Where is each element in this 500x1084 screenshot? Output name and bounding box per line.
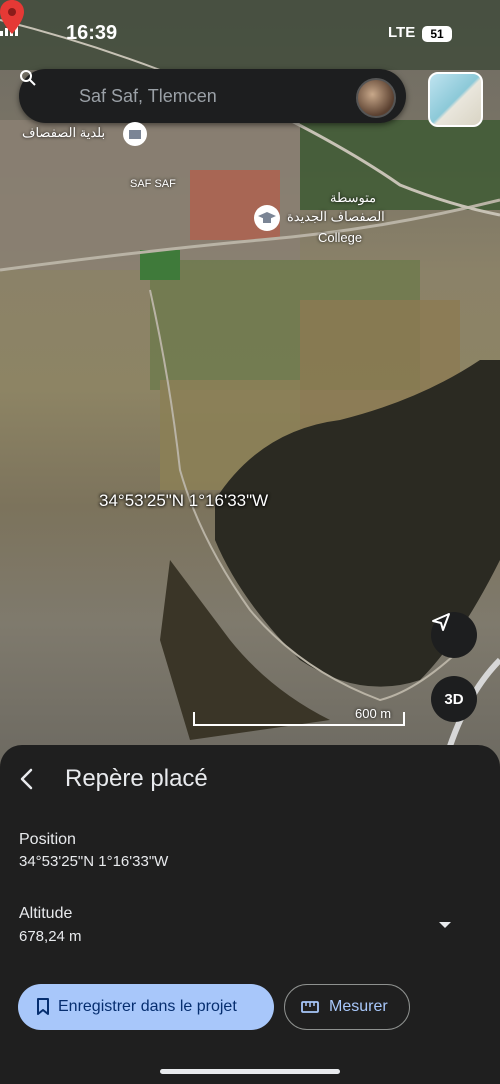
search-input[interactable]: Saf Saf, Tlemcen bbox=[79, 86, 217, 107]
town-hall-icon[interactable] bbox=[122, 121, 148, 147]
map-layers-button[interactable] bbox=[428, 72, 483, 127]
altitude-value: 678,24 m bbox=[19, 928, 82, 945]
network-type: LTE bbox=[388, 24, 416, 41]
satellite-map[interactable]: 16:39 LTE 51 Saf Saf, Tlemcen بلدية الصف… bbox=[0, 0, 500, 780]
poi-label-town-hall: بلدية الصفصاف bbox=[22, 125, 106, 140]
home-indicator[interactable] bbox=[160, 1069, 340, 1074]
scale-label: 600 m bbox=[355, 706, 392, 721]
save-button-label: Enregistrer dans le projet bbox=[58, 998, 237, 1015]
clock: 16:39 bbox=[66, 22, 118, 44]
3d-view-button[interactable]: 3D bbox=[431, 676, 477, 722]
navigation-arrow-icon bbox=[432, 613, 450, 631]
position-label: Position bbox=[19, 831, 76, 848]
battery-icon: 51 bbox=[422, 26, 452, 42]
back-arrow-icon[interactable] bbox=[14, 765, 42, 793]
altitude-label: Altitude bbox=[19, 905, 73, 922]
sheet-title: Repère placé bbox=[65, 765, 208, 792]
school-icon[interactable] bbox=[253, 204, 281, 232]
search-icon bbox=[20, 70, 36, 86]
poi-label-college: College bbox=[318, 230, 363, 245]
poi-label-school-ar1: متوسطة bbox=[330, 190, 377, 205]
avatar[interactable] bbox=[356, 78, 396, 118]
location-pin-icon[interactable] bbox=[0, 0, 24, 34]
bookmark-icon bbox=[37, 998, 49, 1015]
3d-label: 3D bbox=[444, 690, 464, 708]
placemark-sheet: Repère placé Position 34°53'25"N 1°16'33… bbox=[0, 745, 500, 1084]
poi-label-school-ar2: الصفصاف الجديدة bbox=[287, 209, 385, 224]
pin-coordinates-label: 34°53'25"N 1°16'33"W bbox=[99, 491, 269, 510]
my-location-button[interactable] bbox=[431, 612, 477, 658]
search-bar[interactable]: Saf Saf, Tlemcen bbox=[19, 69, 406, 123]
position-value: 34°53'25"N 1°16'33"W bbox=[19, 853, 169, 870]
measure-button-label: Mesurer bbox=[329, 998, 388, 1015]
ruler-icon bbox=[301, 1001, 319, 1013]
poi-label-saf-saf: SAF SAF bbox=[130, 178, 176, 190]
measure-button[interactable]: Mesurer bbox=[284, 984, 410, 1030]
status-bar: 16:39 LTE 51 bbox=[0, 22, 500, 48]
save-to-project-button[interactable]: Enregistrer dans le projet bbox=[18, 984, 274, 1030]
dropdown-caret-icon[interactable] bbox=[438, 920, 452, 930]
